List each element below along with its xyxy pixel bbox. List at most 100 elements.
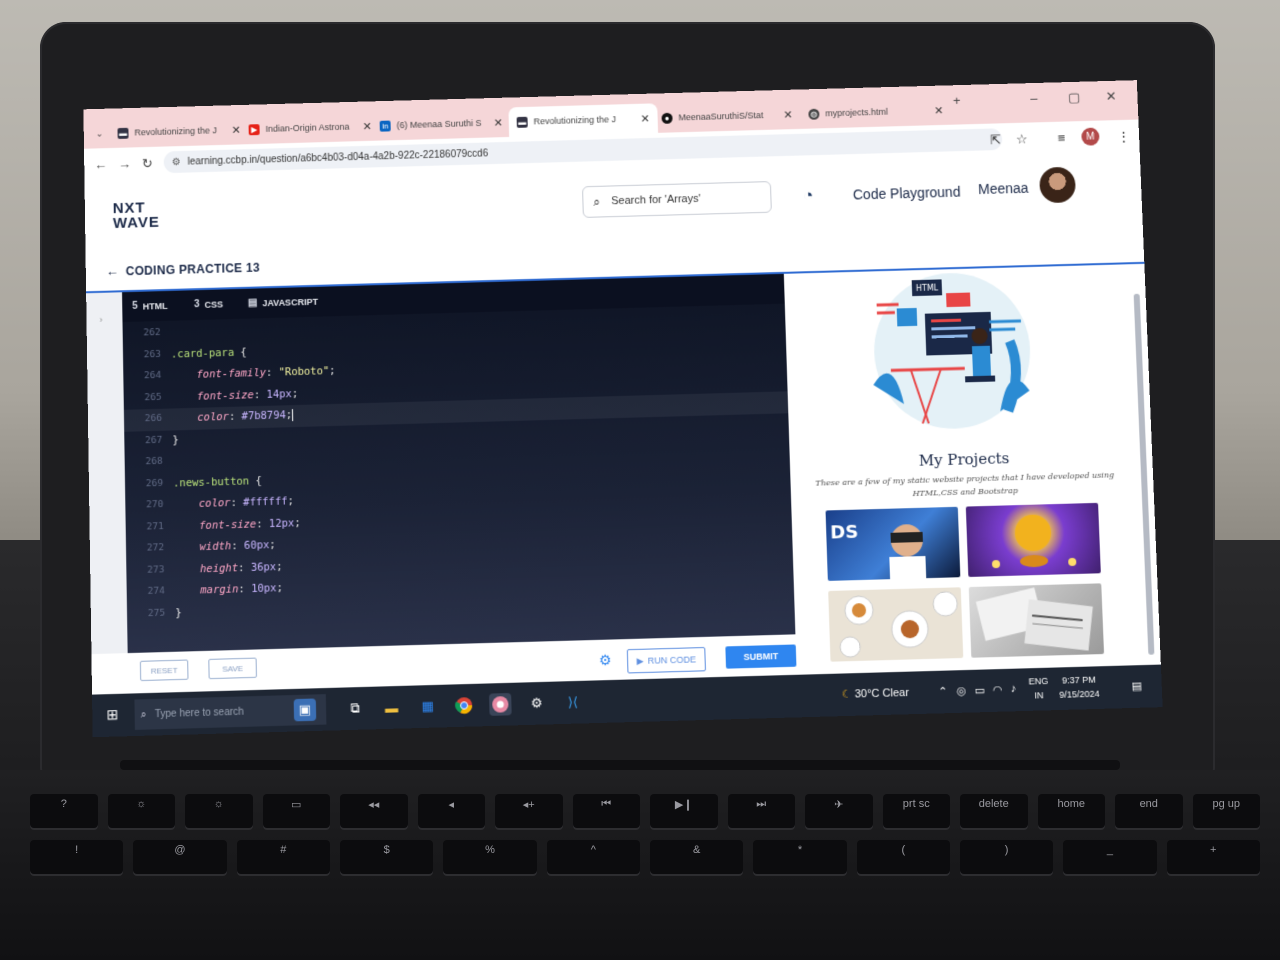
search-input[interactable]: ⌕ Search for 'Arrays' [582, 181, 772, 218]
project-thumbnail-news[interactable] [968, 583, 1105, 658]
code-playground-link[interactable]: Code Playground [853, 184, 961, 203]
submit-button[interactable]: SUBMIT [725, 644, 797, 669]
settings-gear-icon[interactable]: ⚙ [525, 692, 548, 715]
bookmark-star-icon[interactable]: ☆ [1016, 131, 1028, 147]
vscode-icon[interactable]: ⟩⟨ [561, 691, 584, 714]
code-token: #7b8794 [241, 409, 286, 423]
microsoft-store-icon[interactable]: ▦ [417, 695, 440, 718]
minimize-button[interactable]: – [1030, 91, 1038, 106]
line-number: 265 [144, 391, 162, 403]
reload-icon[interactable]: ↻ [142, 156, 153, 172]
key: & [649, 840, 744, 874]
code-line[interactable]: margin: 10px; [175, 582, 283, 597]
tab-myprojects[interactable]: ◍ myprojects.html ✕ [800, 95, 952, 129]
code-line[interactable]: color: #ffffff; [173, 495, 294, 510]
back-arrow-icon[interactable]: ← [106, 264, 119, 279]
project-thumbnail-vr[interactable]: DS [825, 506, 961, 581]
code-token: ; [287, 495, 295, 508]
logo-line2: WAVE [112, 213, 160, 232]
code-token: } [175, 606, 182, 619]
install-app-icon[interactable]: ⇱ [990, 132, 1001, 148]
project-thumbnail-food[interactable] [828, 587, 964, 662]
key: ☼ [185, 794, 253, 828]
line-number: 267 [145, 434, 163, 446]
code-line[interactable]: } [172, 434, 179, 446]
key: ? [30, 794, 98, 828]
key: ) [959, 840, 1054, 874]
save-button[interactable]: SAVE [208, 657, 257, 680]
meet-now-icon[interactable]: ◎ [956, 684, 966, 697]
key: ◂+ [495, 794, 563, 828]
back-arrow-icon[interactable]: ← [94, 157, 107, 172]
code-line[interactable]: } [175, 607, 182, 619]
code-token: .card-para [170, 346, 235, 361]
chrome-profile-icon[interactable] [489, 692, 512, 716]
key: end [1115, 794, 1183, 828]
tab-linkedin[interactable]: in (6) Meenaa Suruthi S ✕ [371, 107, 511, 140]
tab-indian-origin[interactable]: ▶ Indian-Origin Astrona ✕ [240, 111, 380, 144]
code-area[interactable]: 262 263 .card-para {264 font-family: "Robo… [122, 304, 795, 653]
tab-html[interactable]: 5 HTML [132, 300, 168, 311]
wifi-icon[interactable]: ◠ [992, 683, 1002, 696]
file-explorer-icon[interactable]: ▬ [380, 696, 403, 719]
chevron-down-icon: ⌄ [95, 128, 104, 139]
code-token: : [256, 517, 270, 530]
settings-gear-icon[interactable]: ⚙ [599, 652, 612, 670]
code-line[interactable]: font-size: 12px; [174, 517, 301, 533]
task-view-icon[interactable]: ⧉ [344, 697, 367, 720]
close-icon[interactable]: ✕ [231, 123, 240, 136]
close-window-button[interactable]: ✕ [1105, 89, 1116, 105]
reset-button[interactable]: RESET [139, 659, 189, 682]
code-token: : [265, 366, 279, 379]
maximize-button[interactable]: ▢ [1068, 90, 1081, 106]
windows-start-icon[interactable]: ⊞ [106, 706, 118, 724]
code-token: : [231, 539, 245, 553]
code-line[interactable]: .card-para { [171, 346, 247, 360]
language-indicator[interactable]: ENG IN [1028, 674, 1049, 703]
tab-revolutionizing-active[interactable]: ▬ Revolutionizing the J ✕ [508, 103, 659, 137]
tab-javascript[interactable]: ▤ JAVASCRIPT [248, 296, 318, 308]
code-line[interactable]: height: 36px; [174, 560, 283, 575]
tray-overflow-icon[interactable]: ⌃ [938, 685, 948, 698]
avatar[interactable] [1038, 166, 1077, 204]
battery-icon[interactable]: ▭ [974, 684, 985, 697]
search-placeholder: Search for 'Arrays' [611, 192, 701, 208]
menu-kebab-icon[interactable]: ⋮ [1117, 129, 1131, 145]
close-icon[interactable]: ✕ [640, 112, 649, 125]
user-name[interactable]: Meenaa [978, 180, 1029, 197]
code-line[interactable]: font-family: "Roboto"; [171, 365, 335, 382]
stopwatch-icon[interactable]: ◔ [803, 186, 814, 206]
new-tab-button[interactable]: + [953, 93, 961, 108]
code-token: color [173, 497, 231, 511]
weather-widget[interactable]: ☾ 30°C Clear [841, 686, 909, 701]
system-clock[interactable]: 9:37 PM 9/15/2024 [1059, 672, 1100, 701]
chrome-icon[interactable] [453, 694, 476, 717]
nxtwave-logo[interactable]: NXT WAVE [112, 199, 160, 232]
close-icon[interactable]: ✕ [934, 104, 944, 117]
chrome-logo-alt [492, 696, 509, 713]
profile-avatar[interactable]: M [1081, 127, 1100, 146]
volume-icon[interactable]: ♪ [1011, 683, 1017, 695]
panel-collapse-strip[interactable]: › [86, 292, 128, 655]
preview-description: These are a few of my static website pro… [815, 470, 1115, 499]
run-code-button[interactable]: ▶ RUN CODE [626, 646, 706, 674]
search-icon: ⌕ [593, 194, 601, 209]
code-line[interactable]: .news-button { [173, 475, 262, 490]
code-token: : [228, 410, 242, 423]
chrome-logo [455, 697, 473, 714]
news-widget-icon[interactable]: ▣ [293, 698, 317, 722]
tab-css[interactable]: 3 CSS [194, 298, 223, 310]
forward-arrow-icon[interactable]: → [118, 156, 131, 171]
code-line[interactable]: font-size: 14px; [172, 387, 298, 403]
notifications-icon[interactable]: ▤ [1131, 679, 1142, 692]
code-line[interactable]: width: 60px; [174, 539, 275, 554]
line-number: 271 [146, 520, 164, 533]
close-icon[interactable]: ✕ [493, 116, 503, 129]
close-icon[interactable]: ✕ [362, 120, 371, 133]
tab-github[interactable]: ● MeenaaSuruthiS/Stat ✕ [653, 99, 801, 133]
close-icon[interactable]: ✕ [783, 108, 793, 121]
tab-revolutionizing-1[interactable]: ▬ Revolutionizing the J ✕ [109, 115, 249, 148]
media-queue-icon[interactable]: ≡ [1057, 130, 1065, 145]
project-thumbnail-diwali[interactable] [965, 502, 1101, 577]
code-editor[interactable]: › 5 HTML 3 CSS ▤ JAVASCRIPT 262 263 .card-par… [86, 273, 796, 655]
